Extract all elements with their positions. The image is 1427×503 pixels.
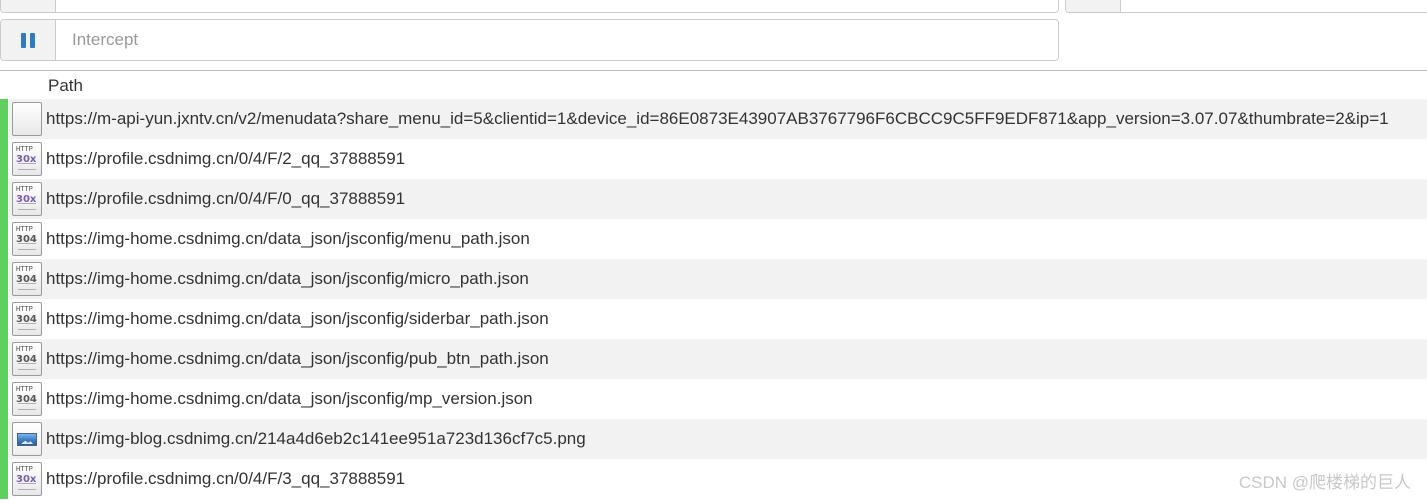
icon-lines (18, 363, 36, 370)
http-label: HTTP (16, 345, 33, 353)
highlight-filter-group (1065, 0, 1427, 13)
http-label: HTTP (16, 385, 33, 393)
http-label: HTTP (16, 185, 33, 193)
http-label: HTTP (16, 145, 33, 153)
table-row[interactable]: https://m-api-yun.jxntv.cn/v2/menudata?s… (0, 99, 1427, 139)
toolbar (0, 0, 1427, 70)
request-path: https://img-blog.csdnimg.cn/214a4d6eb2c1… (46, 429, 586, 448)
search-filter-group (0, 0, 1059, 13)
request-path: https://img-home.csdnimg.cn/data_json/js… (46, 309, 549, 328)
intercept-filter-group (0, 19, 1059, 61)
http-304-icon: HTTP 304 (12, 302, 42, 336)
http-label: HTTP (16, 305, 33, 313)
table-row[interactable]: HTTP 304 https://img-home.csdnimg.cn/data_… (0, 379, 1427, 419)
column-header-path[interactable]: Path (48, 76, 83, 96)
request-path: https://img-home.csdnimg.cn/data_json/js… (46, 389, 533, 408)
table-header: Path (0, 71, 1427, 99)
icon-lines (18, 283, 36, 290)
table-row[interactable]: HTTP 30x https://profile.csdnimg.cn/0/4/F/… (0, 179, 1427, 219)
http-label: HTTP (16, 225, 33, 233)
icon-lines (18, 163, 36, 170)
request-path: https://m-api-yun.jxntv.cn/v2/menudata?s… (46, 109, 1389, 128)
http-30x-icon: HTTP 30x (12, 182, 42, 216)
table-row[interactable]: HTTP 304 https://img-home.csdnimg.cn/data_… (0, 219, 1427, 259)
icon-lines (18, 483, 36, 490)
icon-lines (18, 403, 36, 410)
http-304-icon: HTTP 304 (12, 222, 42, 256)
request-path: https://img-home.csdnimg.cn/data_json/js… (46, 229, 530, 248)
request-path: https://profile.csdnimg.cn/0/4/F/0_qq_37… (46, 189, 406, 208)
intercept-input[interactable] (56, 20, 1058, 60)
http-304-icon: HTTP 304 (12, 382, 42, 416)
http-label: HTTP (16, 265, 33, 273)
table-row[interactable]: HTTP 304 https://img-home.csdnimg.cn/data_… (0, 299, 1427, 339)
mitmproxy-flow-list-window: Path https://m-api-yun.jxntv.cn/v2/menud… (0, 0, 1427, 503)
request-path: https://img-home.csdnimg.cn/data_json/js… (46, 269, 529, 288)
http-304-icon: HTTP 304 (12, 262, 42, 296)
http-30x-icon: HTTP 30x (12, 142, 42, 176)
picture-thumbnail (17, 433, 37, 446)
highlight-filter-input[interactable] (1121, 0, 1427, 12)
request-path: https://profile.csdnimg.cn/0/4/F/2_qq_37… (46, 149, 406, 168)
table-row[interactable]: HTTP 304 https://img-home.csdnimg.cn/data_… (0, 259, 1427, 299)
search-filter-addon[interactable] (1, 0, 56, 12)
http-30x-icon: HTTP 30x (12, 462, 42, 496)
request-path: https://img-home.csdnimg.cn/data_json/js… (46, 349, 549, 368)
http-304-icon: HTTP 304 (12, 342, 42, 376)
watermark: CSDN @爬楼梯的巨人 (1238, 473, 1411, 492)
icon-lines (18, 203, 36, 210)
icon-lines (18, 323, 36, 330)
image-icon (12, 422, 42, 456)
intercept-pause-button[interactable] (1, 20, 56, 60)
highlight-filter-addon[interactable] (1066, 0, 1121, 12)
http-label: HTTP (16, 465, 33, 473)
flow-list: https://m-api-yun.jxntv.cn/v2/menudata?s… (0, 99, 1427, 499)
table-row[interactable]: HTTP 304 https://img-home.csdnimg.cn/data_… (0, 339, 1427, 379)
table-row[interactable]: HTTP 30x https://profile.csdnimg.cn/0/4/F/… (0, 459, 1427, 499)
icon-lines (18, 243, 36, 250)
request-path: https://profile.csdnimg.cn/0/4/F/3_qq_37… (46, 469, 406, 488)
pause-icon (21, 32, 35, 48)
blank-icon (12, 102, 42, 136)
table-row[interactable]: HTTP 30x https://profile.csdnimg.cn/0/4/F/… (0, 139, 1427, 179)
table-row[interactable]: https://img-blog.csdnimg.cn/214a4d6eb2c1… (0, 419, 1427, 459)
search-filter-input[interactable] (56, 0, 1058, 12)
